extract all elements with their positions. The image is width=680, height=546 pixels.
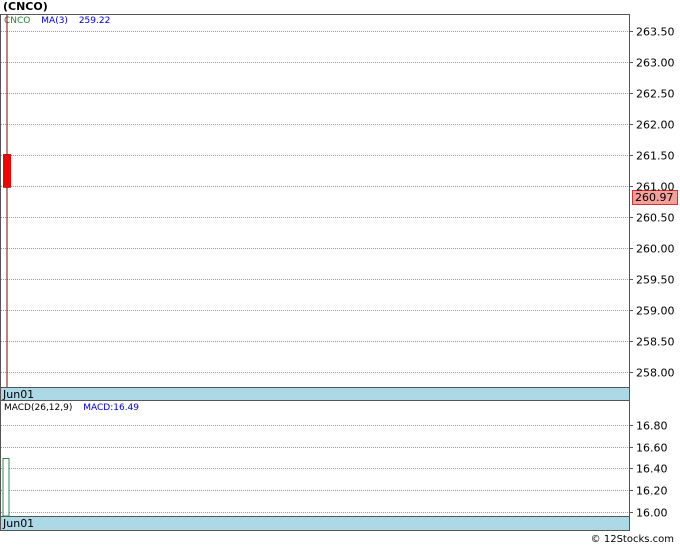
macd-tick-label: 16.00 (636, 507, 668, 520)
macd-bar (2, 458, 10, 517)
macd-tick-label: 16.20 (636, 485, 668, 498)
macd-tick-label: 16.60 (636, 442, 668, 455)
price-tick-label: 259.50 (636, 274, 675, 287)
price-tick-label: 261.50 (636, 150, 675, 163)
price-tick-label: 258.50 (636, 336, 675, 349)
price-tick-label: 260.00 (636, 243, 675, 256)
price-tick-label: 262.00 (636, 119, 675, 132)
price-tick-label: 260.50 (636, 212, 675, 225)
footer-credit: © 12Stocks.com (590, 534, 674, 545)
macd-tick-label: 16.80 (636, 420, 668, 433)
price-tick-label: 262.50 (636, 88, 675, 101)
macd-tick-label: 16.40 (636, 463, 668, 476)
price-tick-label: 258.00 (636, 367, 675, 380)
chart-canvas: 258.00 258.50 259.00 259.50 260.00 260.50 261.… (1, 15, 675, 520)
price-tick-label: 263.50 (636, 26, 675, 39)
price-tick-label: 259.00 (636, 305, 675, 318)
price-tick-label: 261.00 (636, 181, 675, 194)
candle-body (3, 154, 11, 188)
price-tick-label: 263.00 (636, 57, 675, 70)
